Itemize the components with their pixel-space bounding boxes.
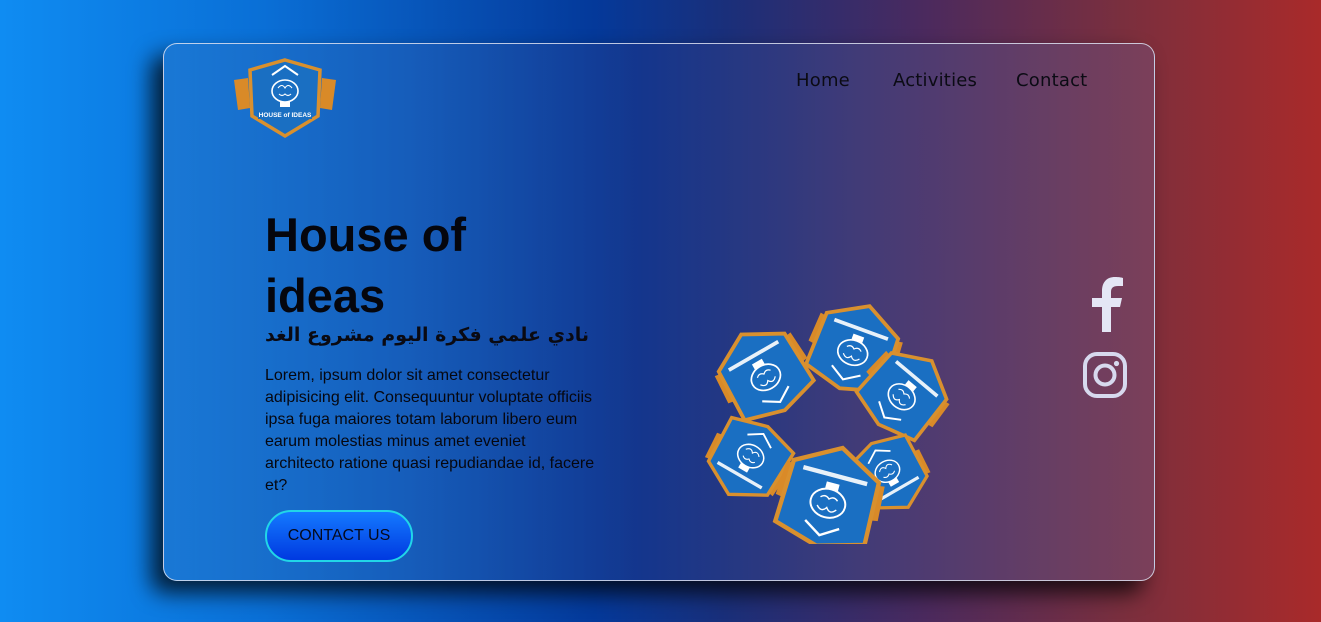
nav-activities-link[interactable]: Activities (893, 70, 977, 91)
contact-us-button[interactable]: CONTACT US (265, 510, 413, 562)
facebook-icon[interactable] (1082, 276, 1128, 332)
hero-title: House of ideas (265, 208, 467, 322)
nav-home-link[interactable]: Home (796, 70, 850, 91)
main-nav: Home Activities Contact (164, 70, 1154, 100)
hero-description: Lorem, ipsum dolor sit amet consectetur … (265, 367, 595, 494)
instagram-icon[interactable] (1082, 351, 1128, 399)
hero-card: HOUSE of IDEAS Home Activities Contact H… (163, 43, 1155, 581)
svg-text:HOUSE of IDEAS: HOUSE of IDEAS (259, 112, 312, 119)
hero-subtitle-arabic: نادي علمي فكرة اليوم مشروع الغد (265, 324, 590, 346)
rotating-logo-ring-illustration (691, 288, 967, 544)
nav-contact-link[interactable]: Contact (1016, 70, 1087, 91)
